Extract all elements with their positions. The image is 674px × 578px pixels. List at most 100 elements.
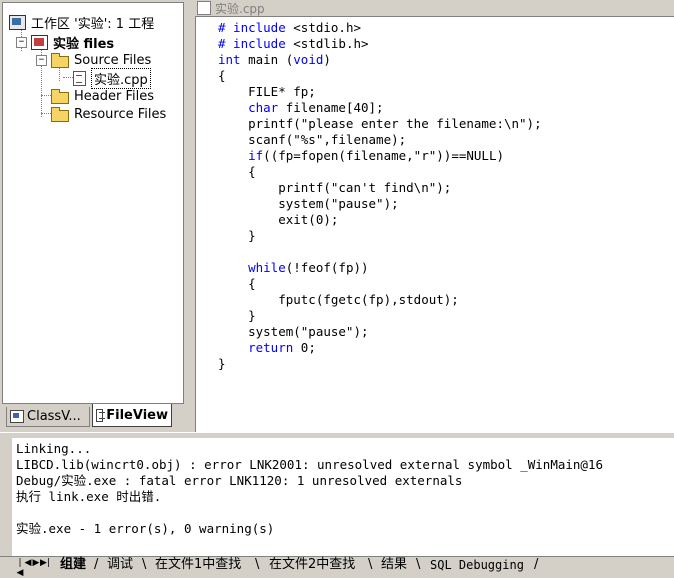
code-text: {: [218, 68, 226, 83]
workspace-tree[interactable]: 工作区 '实验': 1 工程 − 实验 files − Source Files…: [2, 2, 184, 404]
output-line: 实验.exe - 1 error(s), 0 warning(s): [16, 521, 275, 536]
tree-item-header-files[interactable]: Header Files: [51, 87, 156, 105]
tab-sql-debugging[interactable]: SQL Debugging: [426, 557, 528, 573]
workspace-label: 工作区 '实验': 1 工程: [31, 16, 155, 32]
code-keyword: while: [248, 260, 286, 275]
workspace-pane: 工作区 '实验': 1 工程 − 实验 files − Source Files…: [0, 0, 186, 432]
code-text: ((fp=fopen(filename,"r"))==NULL): [263, 148, 504, 163]
workspace-tabs: ClassV... FileView: [0, 404, 186, 430]
code-line: }: [218, 228, 256, 244]
code-keyword: int: [218, 52, 241, 67]
code-text: <stdio.h>: [293, 20, 361, 35]
code-line: return 0;: [218, 340, 316, 356]
code-line: }: [218, 308, 256, 324]
code-line: {: [218, 68, 226, 84]
tab-fileview[interactable]: FileView: [92, 404, 172, 427]
code-line: system("pause");: [218, 324, 368, 340]
header-files-label: Header Files: [74, 88, 154, 104]
code-line: {: [218, 276, 256, 292]
cpp-file-icon: [73, 70, 86, 86]
tab-build[interactable]: 组建: [56, 557, 90, 573]
code-text: }: [218, 308, 256, 323]
code-text: main (: [240, 52, 294, 67]
code-keyword: # include: [218, 36, 294, 51]
code-text: (!feof(fp)): [285, 260, 369, 275]
code-text: exit(0);: [218, 212, 339, 227]
prev-tab-icon[interactable]: ◀: [24, 558, 32, 572]
fileview-icon: [96, 408, 106, 422]
editor-pane: 实验.cpp # include <stdio.h> # include <std…: [195, 0, 674, 433]
output-pane: Linking... LIBCD.lib(wincrt0.obj) : error…: [0, 438, 674, 578]
tab-results[interactable]: 结果: [377, 557, 411, 573]
code-line: # include <stdio.h>: [218, 20, 361, 36]
tab-classview-label: ClassV...: [27, 409, 81, 424]
folder-icon: [51, 106, 69, 122]
code-text: scanf("%s",filename);: [218, 132, 407, 147]
code-text: <stdlib.h>: [293, 36, 369, 51]
resource-files-label: Resource Files: [74, 106, 167, 122]
code-text: filename[40];: [278, 100, 384, 115]
code-text: fputc(fgetc(fp),stdout);: [218, 292, 459, 307]
code-line: fputc(fgetc(fp),stdout);: [218, 292, 459, 308]
code-line: printf("please enter the filename:\n");: [218, 116, 542, 132]
last-tab-icon[interactable]: ▶|: [40, 558, 50, 572]
tab-separator: \: [416, 557, 421, 572]
code-keyword: # include: [218, 20, 294, 35]
next-tab-icon[interactable]: ▶: [32, 558, 40, 572]
code-text: printf("please enter the filename:\n");: [218, 116, 542, 131]
code-text: {: [218, 276, 256, 291]
output-line: LIBCD.lib(wincrt0.obj) : error LNK2001: …: [16, 457, 603, 472]
tree-item-resource-files[interactable]: Resource Files: [51, 105, 168, 123]
tree-item-source-file[interactable]: 实验.cpp: [71, 67, 151, 89]
tab-separator: /: [534, 557, 539, 572]
code-line: while(!feof(fp)): [218, 260, 369, 276]
code-text: ): [323, 52, 331, 67]
tab-find-in-files-2[interactable]: 在文件2中查找: [265, 557, 359, 573]
project-label: 实验 files: [53, 36, 115, 52]
tab-debug[interactable]: 调试: [103, 557, 137, 573]
code-text: }: [218, 356, 226, 371]
output-line: 执行 link.exe 时出错.: [16, 489, 162, 504]
expand-source-toggle[interactable]: −: [36, 55, 47, 66]
folder-icon: [51, 88, 69, 104]
code-line: exit(0);: [218, 212, 338, 228]
document-title: 实验.cpp: [215, 1, 265, 16]
code-line: scanf("%s",filename);: [218, 132, 406, 148]
tab-fileview-label: FileView: [106, 407, 168, 423]
code-line: char filename[40];: [218, 100, 384, 116]
project-icon: [31, 34, 48, 50]
code-keyword: char: [248, 100, 279, 115]
code-line: {: [218, 164, 256, 180]
expand-project-toggle[interactable]: −: [16, 37, 27, 48]
document-title-bar: 实验.cpp: [195, 0, 674, 16]
tree-item-source-files[interactable]: Source Files: [51, 51, 153, 69]
tree-item-project[interactable]: 实验 files: [31, 33, 116, 52]
source-file-label: 实验.cpp: [91, 67, 151, 89]
tab-find-in-files-1[interactable]: 在文件1中查找: [151, 557, 245, 573]
code-line: # include <stdlib.h>: [218, 36, 369, 52]
code-text: {: [218, 164, 256, 179]
source-files-label: Source Files: [74, 52, 152, 68]
code-line: FILE* fp;: [218, 84, 316, 100]
classview-icon: [10, 410, 24, 423]
tab-separator: \: [255, 557, 260, 572]
output-tabs: |◀ ◀ ▶ ▶| 组建 / 调试 \ 在文件1中查找 \ 在文件2中查找 \ …: [0, 556, 674, 578]
output-text[interactable]: Linking... LIBCD.lib(wincrt0.obj) : error…: [12, 438, 674, 556]
tree-item-workspace[interactable]: 工作区 '实验': 1 工程: [9, 13, 156, 32]
tab-scroll-arrows[interactable]: |◀ ◀ ▶ ▶|: [16, 558, 50, 578]
output-line: Linking...: [16, 441, 92, 456]
tab-classview[interactable]: ClassV...: [6, 407, 90, 427]
code-keyword: void: [293, 52, 324, 67]
code-line: int main (void): [218, 52, 331, 68]
code-text: printf("can't find\n");: [218, 180, 452, 195]
first-tab-icon[interactable]: |◀: [16, 558, 24, 578]
code-keyword: if: [248, 148, 264, 163]
code-text: }: [218, 228, 256, 243]
code-text: system("pause");: [218, 196, 399, 211]
code-keyword: return: [248, 340, 294, 355]
code-editor[interactable]: # include <stdio.h> # include <stdlib.h> i…: [195, 16, 674, 433]
